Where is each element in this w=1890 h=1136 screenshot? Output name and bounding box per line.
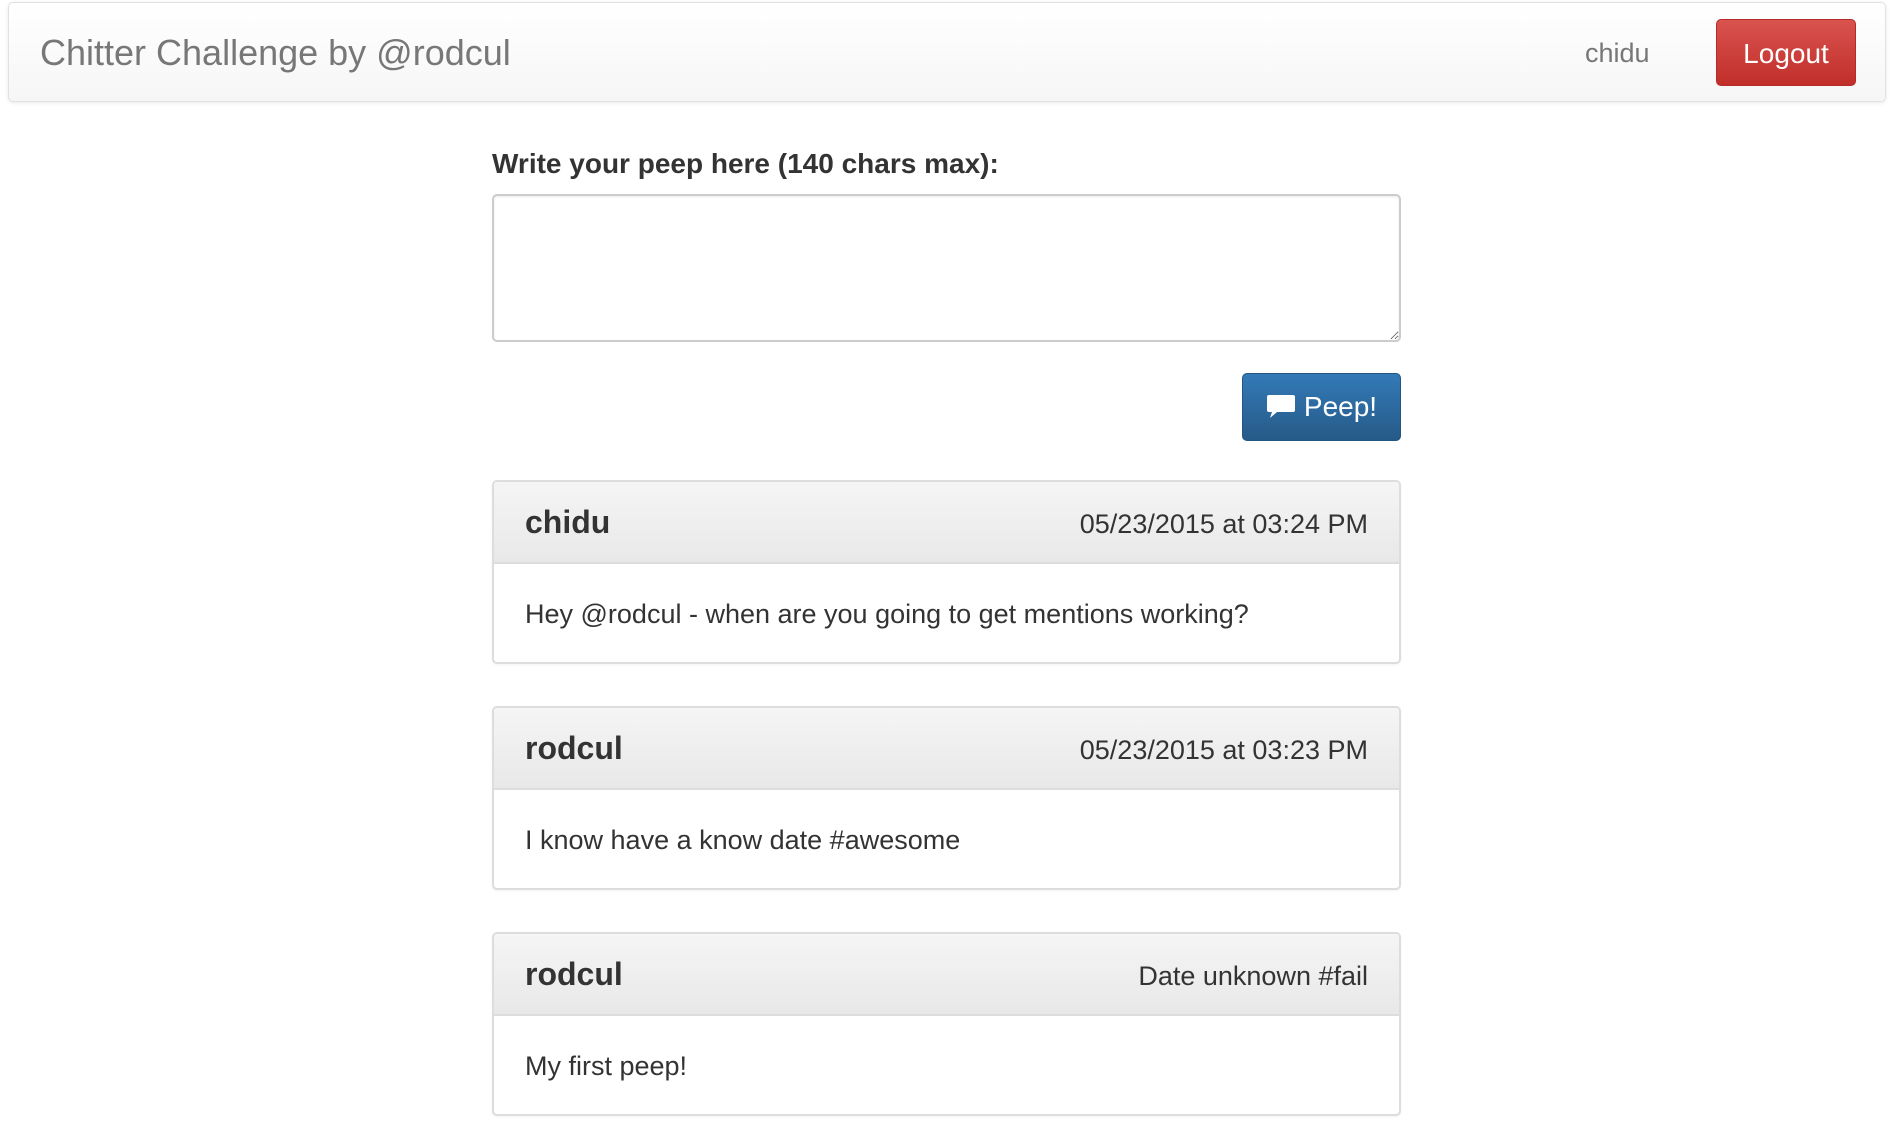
peep-author: chidu <box>525 504 611 540</box>
peep-message: I know have a know date #awesome <box>525 825 961 855</box>
current-username: chidu <box>1585 38 1650 68</box>
peep-author: rodcul <box>525 730 623 766</box>
peep-date: 05/23/2015 at 03:24 PM <box>1079 509 1368 539</box>
peep-date: Date unknown #fail <box>1138 961 1368 991</box>
peep-message: My first peep! <box>525 1051 688 1081</box>
peep-submit-label: Peep! <box>1303 391 1378 422</box>
peep-panel: rodcul Date unknown #fail My first peep! <box>492 932 1401 1116</box>
peep-panel: chidu 05/23/2015 at 03:24 PM Hey @rodcul… <box>492 480 1401 664</box>
peep-message: Hey @rodcul - when are you going to get … <box>525 599 1249 629</box>
logout-button[interactable]: Logout <box>1716 19 1856 86</box>
compose-peep-form: Write your peep here (140 chars max): Pe… <box>492 147 1401 441</box>
peep-textarea[interactable] <box>492 194 1401 342</box>
peep-heading: rodcul Date unknown #fail <box>494 934 1399 1016</box>
brand-link[interactable]: Chitter Challenge by @rodcul <box>40 3 511 103</box>
main-content: Write your peep here (140 chars max): Pe… <box>492 130 1401 1116</box>
peep-panel: rodcul 05/23/2015 at 03:23 PM I know hav… <box>492 706 1401 890</box>
peep-submit-button[interactable]: Peep! <box>1242 373 1401 441</box>
navbar: Chitter Challenge by @rodcul chidu Logou… <box>8 2 1886 102</box>
peep-heading: rodcul 05/23/2015 at 03:23 PM <box>494 708 1399 790</box>
peep-heading: chidu 05/23/2015 at 03:24 PM <box>494 482 1399 564</box>
peep-label: Write your peep here (140 chars max): <box>492 148 999 179</box>
peep-date: 05/23/2015 at 03:23 PM <box>1079 735 1368 765</box>
peep-author: rodcul <box>525 956 623 992</box>
comment-icon <box>1266 393 1296 421</box>
